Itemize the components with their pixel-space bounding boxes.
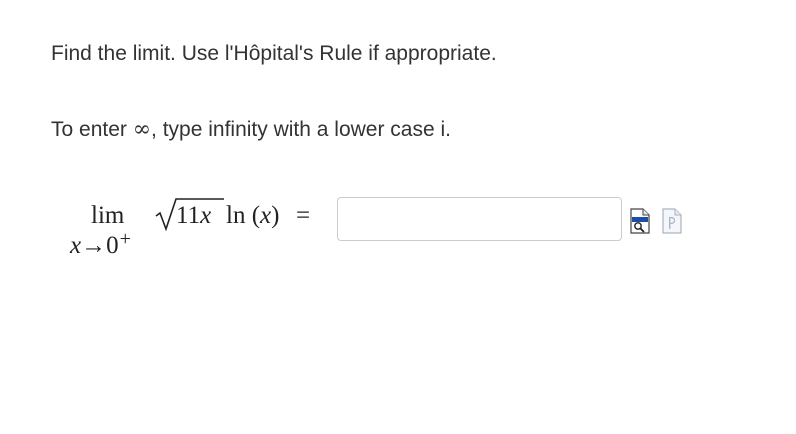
close-paren: ) <box>271 202 280 229</box>
preview-icon[interactable] <box>629 207 651 235</box>
infinity-symbol: ∞ <box>132 117 152 142</box>
lim-subscript: x→0+ <box>70 228 131 260</box>
entry-hint-prefix: To enter <box>51 118 133 141</box>
ln-function: ln <box>226 202 246 229</box>
entry-hint: To enter ∞, type infinity with a lower c… <box>51 119 451 141</box>
answer-input[interactable] <box>337 197 622 241</box>
radicand: 11x <box>176 202 211 230</box>
radicand-variable: x <box>200 202 212 229</box>
lim-operator: lim <box>91 202 125 229</box>
help-icon[interactable] <box>661 207 683 235</box>
approach-value: 0 <box>106 232 119 259</box>
equals-sign: = <box>296 202 311 229</box>
approach-side: + <box>119 228 131 250</box>
approach-arrow: → <box>81 232 107 259</box>
open-paren: ( <box>251 202 261 229</box>
radicand-coefficient: 11 <box>176 202 201 229</box>
log-argument: x <box>260 202 272 229</box>
instruction-text: Find the limit. Use l'Hôpital's Rule if … <box>51 43 497 64</box>
log-term: ln (x) <box>226 202 279 230</box>
entry-hint-suffix: , type infinity with a lower case i. <box>151 118 452 141</box>
approach-variable: x <box>70 232 82 259</box>
instruction-label: Find the limit. Use l'Hôpital's Rule if … <box>51 42 497 65</box>
